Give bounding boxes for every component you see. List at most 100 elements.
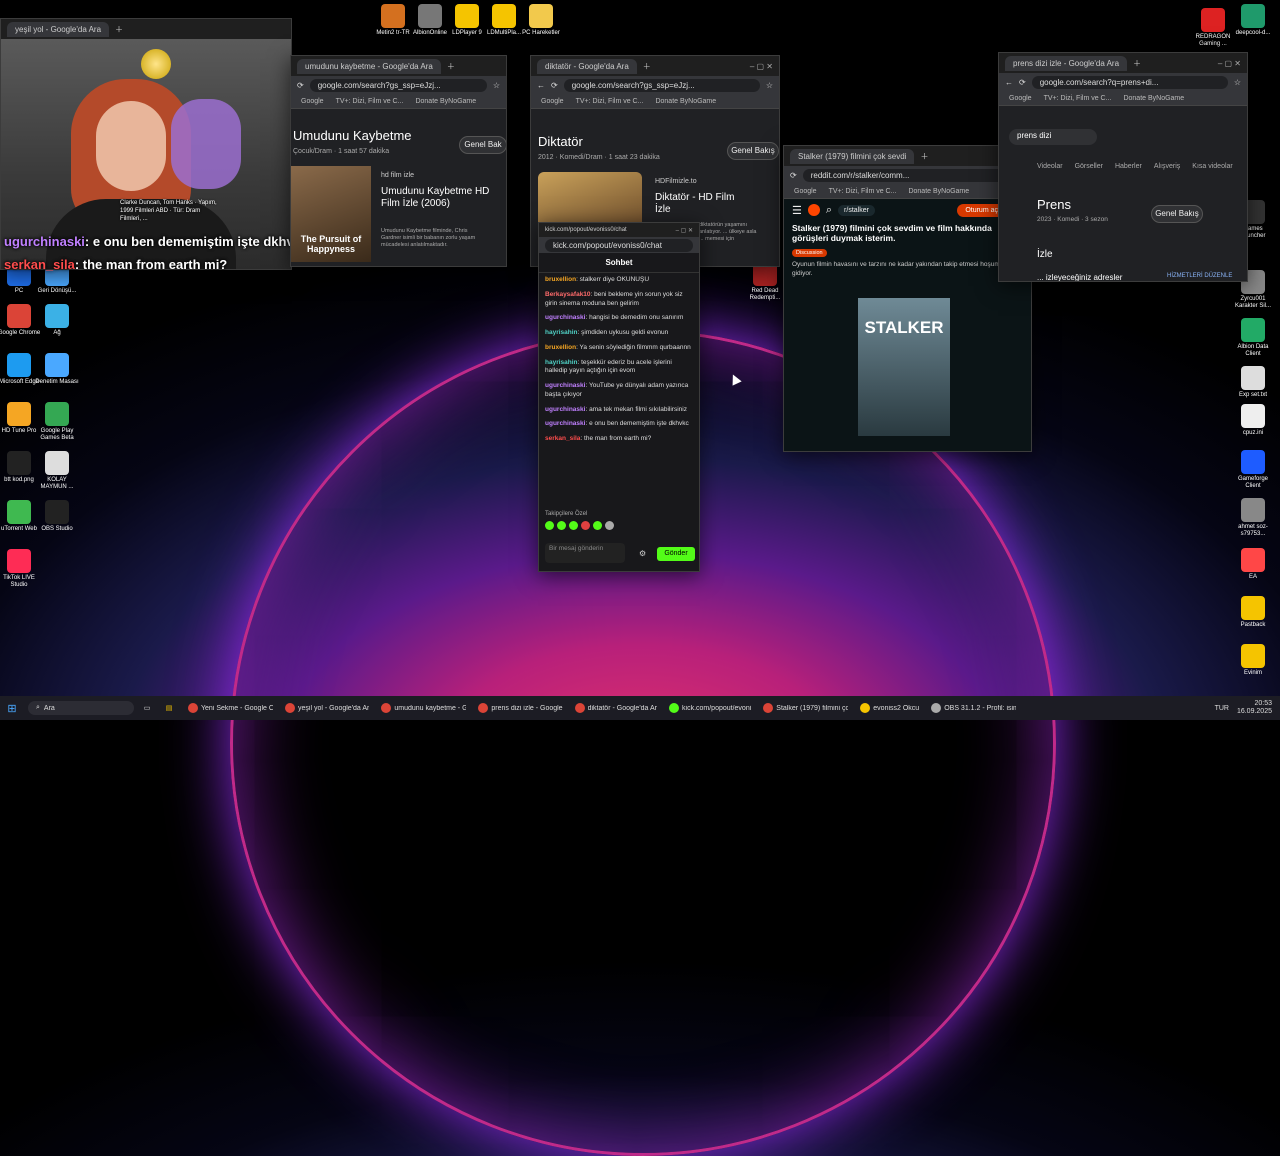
browser-tab[interactable]: Stalker (1979) filmini çok sevdi [790,148,915,164]
window-controls[interactable]: – ▢ ✕ [750,62,773,71]
file-explorer-icon[interactable]: ▤ [160,704,178,712]
emote-icon[interactable] [557,521,566,530]
bookmark[interactable]: Donate ByNoGame [655,98,716,105]
bookmark[interactable]: Google [1009,95,1032,102]
desktop-icon[interactable]: Exp set.txt [1230,366,1276,399]
desktop-icon[interactable]: cpuz.ini [1230,404,1276,437]
search-tab[interactable]: Videolar [1037,163,1063,170]
chat-username[interactable]: Berkaysafak10 [545,291,591,298]
start-icon[interactable]: ⊞ [0,702,24,715]
star-icon[interactable]: ☆ [766,81,773,90]
browser-tab[interactable]: prens dizi izle - Google'da Ara [1005,55,1128,71]
search-tab[interactable]: Haberler [1115,163,1142,170]
desktop-icon[interactable]: Ağ [34,304,80,337]
chat-popout-window[interactable]: kick.com/popout/evoniss0/chat – ▢ ✕ kick… [538,222,700,572]
card-title[interactable]: Diktatör - HD Film İzle [655,192,745,216]
taskbar-item[interactable]: prens dizi izle - Google [472,696,568,720]
card-source[interactable]: hd film izle [381,172,414,179]
star-icon[interactable]: ☆ [1234,78,1241,87]
taskbar-item[interactable]: umudunu kaybetme - G [375,696,472,720]
desktop-icon[interactable]: Albion Data Client [1230,318,1276,357]
desktop-icon[interactable]: deepcool-d... [1230,4,1276,37]
url-field[interactable]: kick.com/popout/evoniss0/chat [545,238,693,252]
star-icon[interactable]: ☆ [493,81,500,90]
desktop-icon[interactable]: EA [1230,548,1276,581]
chat-username[interactable]: bruxellion [545,276,576,283]
chat-username[interactable]: hayrisahin [545,329,578,336]
genel-bakis-button[interactable]: Genel Bak [459,136,506,154]
desktop-icon[interactable]: OBS Studio [34,500,80,533]
new-tab-icon[interactable]: ＋ [1133,58,1141,69]
chat-username[interactable]: hayrisahin [545,359,578,366]
desktop-icon[interactable]: Evinim [1230,644,1276,677]
new-tab-icon[interactable]: ＋ [115,24,123,35]
browser-window-umudunu[interactable]: umudunu kaybetme - Google'da Ara ＋ ⟳ googl… [290,55,507,267]
desktop-icon[interactable]: Pastback [1230,596,1276,629]
taskbar-item[interactable]: yeşil yol - Google'da Ar [279,696,375,720]
search-tab[interactable]: Kısa videolar [1192,163,1232,170]
card-source[interactable]: HDFilmizle.to [655,178,697,185]
subreddit-chip[interactable]: r/stalker [838,204,875,216]
chat-input[interactable]: Bir mesaj gönderin [545,543,625,563]
reload-icon[interactable]: ⟳ [297,81,304,90]
genel-bakis-button[interactable]: Genel Bakış [1151,205,1203,223]
search-tab[interactable]: Alışveriş [1154,163,1180,170]
taskbar-search[interactable]: ⌕ Ara [28,701,134,715]
bookmark[interactable]: Donate ByNoGame [415,98,476,105]
emote-icon[interactable] [545,521,554,530]
webcam-tab[interactable]: yeşil yol - Google'da Ara [7,21,110,37]
reload-icon[interactable]: ⟳ [790,171,797,180]
back-icon[interactable]: ← [1005,78,1013,87]
taskbar-item[interactable]: diktatör - Google'da Ar [569,696,663,720]
new-tab-icon[interactable]: ＋ [447,61,455,72]
new-tab-icon[interactable]: ＋ [920,151,928,162]
bookmark[interactable]: TV+: Dizi, Film ve C... [336,98,404,105]
search-icon[interactable]: ⌕ [826,204,832,217]
taskbar-item[interactable]: Stalker (1979) filmini çok [757,696,854,720]
emote-icon[interactable] [569,521,578,530]
url-field[interactable]: google.com/search?gs_ssp=eJzj... [563,78,760,92]
desktop-icon[interactable]: TikTok LIVE Studio [0,549,42,588]
task-view-icon[interactable]: ▭ [138,704,156,712]
browser-window-reddit[interactable]: Stalker (1979) filmini çok sevdi＋– ▢ ✕ ⟳… [783,145,1032,452]
chat-username[interactable]: ugurchinaski [545,382,585,389]
browser-tab[interactable]: umudunu kaybetme - Google'da Ara [297,58,441,74]
settings-icon[interactable]: ⚙ [639,549,646,558]
bookmark[interactable]: TV+: Dizi, Film ve C... [576,98,644,105]
reddit-logo-icon[interactable] [807,204,820,216]
taskbar-item[interactable]: kick.com/popout/evoni [663,696,757,720]
chat-username[interactable]: serkan_sila [545,435,580,442]
chat-username[interactable]: ugurchinaski [545,406,585,413]
back-icon[interactable]: ← [537,81,545,90]
menu-icon[interactable]: ☰ [792,204,802,217]
reload-icon[interactable]: ⟳ [1019,78,1026,87]
genel-bakis-button[interactable]: Genel Bakış [727,142,779,160]
card-title[interactable]: Umudunu Kaybetme HD Film İzle (2006) [381,186,491,210]
window-controls[interactable]: – ▢ ✕ [1218,59,1241,68]
desktop-icon[interactable]: Google Play Games Beta [34,402,80,441]
bookmark[interactable]: TV+: Dizi, Film ve C... [1044,95,1112,102]
tray-clock[interactable]: 20:53 16.09.2025 [1237,700,1272,715]
bookmark[interactable]: Donate ByNoGame [908,188,969,195]
chat-username[interactable]: ugurchinaski [545,420,585,427]
chat-username[interactable]: ugurchinaski [545,314,585,321]
bookmark[interactable]: TV+: Dizi, Film ve C... [829,188,897,195]
post-flair[interactable]: Discussion [792,249,827,258]
emote-icon[interactable] [605,521,614,530]
browser-tab[interactable]: diktatör - Google'da Ara [537,58,637,74]
desktop-icon[interactable]: KOLAY MAYMUN ... [34,451,80,490]
desktop-icon[interactable]: Red Dead Redempti... [742,262,788,301]
reload-icon[interactable]: ⟳ [551,81,558,90]
bookmark[interactable]: Google [794,188,817,195]
tray-lang[interactable]: TUR [1215,705,1229,712]
desktop-icon[interactable]: ahmet soz-s79753... [1230,498,1276,537]
webcam-window[interactable]: yeşil yol - Google'da Ara ＋ [0,18,292,270]
send-button[interactable]: Gönder [657,547,695,561]
window-controls[interactable]: – ▢ ✕ [676,227,693,234]
taskbar-item[interactable]: OBS 31.1.2 - Profil: isimsi [925,696,1022,720]
desktop-icon[interactable]: PC Hareketler [518,4,564,37]
browser-window-prens[interactable]: prens dizi izle - Google'da Ara ＋ – ▢ ✕ ← ⟳… [998,52,1248,282]
search-tab[interactable]: Görseller [1075,163,1103,170]
url-field[interactable]: google.com/search?gs_ssp=eJzj... [309,78,487,92]
url-field[interactable]: google.com/search?q=prens+di... [1031,75,1228,89]
